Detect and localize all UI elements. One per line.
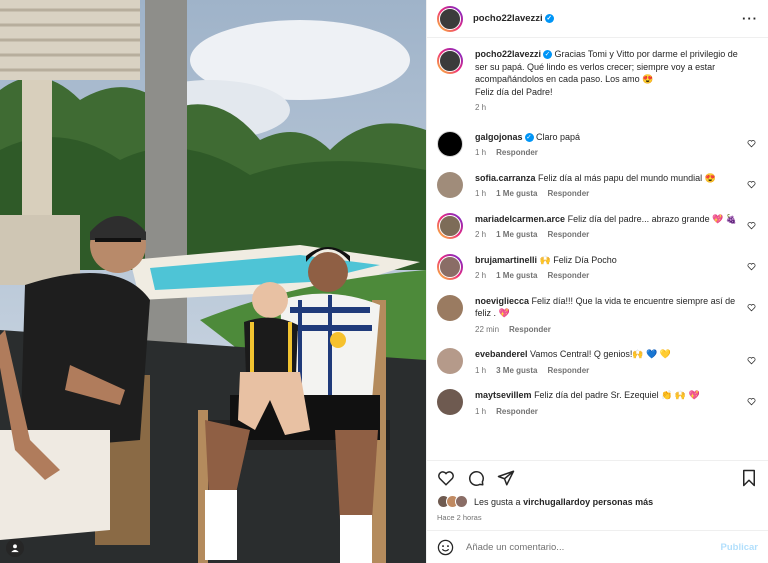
verified-badge-icon: ✓ — [524, 132, 534, 142]
comment-username[interactable]: brujamartinelli — [475, 255, 537, 265]
like-comment-heart-icon[interactable] — [747, 303, 756, 312]
comment-avatar[interactable] — [437, 212, 463, 239]
like-comment-heart-icon[interactable] — [747, 139, 756, 148]
post-timestamp[interactable]: Hace 2 horas — [437, 513, 482, 522]
post-comment-button[interactable]: Publicar — [721, 542, 759, 553]
emoji-icon[interactable] — [437, 539, 454, 556]
bookmark-icon[interactable] — [740, 469, 758, 487]
comment-time[interactable]: 1 h — [475, 147, 486, 160]
comment-item: noevigliecca Feliz día!!! Que la vida te… — [437, 294, 758, 337]
share-icon[interactable] — [497, 469, 515, 487]
comment-time[interactable]: 1 h — [475, 406, 486, 419]
comment-username[interactable]: noevigliecca — [475, 296, 529, 306]
comment-time[interactable]: 2 h — [475, 229, 486, 242]
likes-suffix[interactable]: y personas más — [585, 497, 653, 507]
comment-likes-count[interactable]: 1 Me gusta — [496, 229, 537, 242]
comment-text: Vamos Central! Q genios!🙌 💙 💛 — [530, 349, 672, 359]
comment-time[interactable]: 1 h — [475, 365, 486, 378]
verified-badge-icon: ✓ — [543, 50, 553, 60]
more-options-icon[interactable]: ··· — [742, 11, 758, 26]
comment-time[interactable]: 2 h — [475, 270, 486, 283]
comment-username[interactable]: galgojonas — [475, 132, 523, 142]
comment-avatar[interactable] — [437, 348, 463, 374]
comment-avatar[interactable] — [437, 389, 463, 415]
comment-input[interactable]: Añade un comentario... — [466, 542, 721, 553]
caption-time[interactable]: 2 h — [475, 102, 486, 115]
comment-time[interactable]: 1 h — [475, 188, 486, 201]
like-comment-heart-icon[interactable] — [747, 397, 756, 406]
like-comment-heart-icon[interactable] — [747, 221, 756, 230]
comment-avatar[interactable] — [437, 294, 463, 321]
likes-user[interactable]: virchugallardo — [523, 497, 585, 507]
verified-badge-icon: ✓ — [544, 13, 554, 23]
comment-item: evebanderel Vamos Central! Q genios!🙌 💙 … — [437, 348, 758, 377]
comment-item: sofia.carranza Feliz día al más papu del… — [437, 171, 758, 201]
comment-item: galgojonas ✓ Claro papá 1 h Responder — [437, 130, 758, 160]
comment-avatar[interactable] — [437, 130, 463, 157]
comment-avatar[interactable] — [437, 171, 463, 198]
likes-prefix: Les gusta a — [474, 496, 521, 507]
comment-item: maytsevillem Feliz día del padre Sr. Eze… — [437, 389, 758, 418]
reply-button[interactable]: Responder — [547, 229, 589, 242]
comment-item: brujamartinelli 🙌 Feliz Día Pocho 2 h 1 M… — [437, 253, 758, 283]
tagged-users-button[interactable] — [6, 539, 24, 557]
caption-text-line2: Feliz día del Padre! — [475, 86, 553, 97]
reply-button[interactable]: Responder — [496, 406, 538, 419]
comment-text: Claro papá — [536, 131, 581, 142]
comment-time[interactable]: 22 min — [475, 324, 499, 337]
comment-text: Feliz día al más papu del mundo mundial … — [538, 172, 716, 183]
post-side-panel: pocho22lavezzi ✓ ··· pocho22lavezzi ✓ Grac… — [426, 0, 768, 563]
caption-avatar[interactable] — [437, 48, 463, 74]
caption-username[interactable]: pocho22lavezzi — [475, 49, 541, 59]
comment-text: Feliz día del padre Sr. Ezequiel 👏 🙌 💖 — [534, 390, 700, 400]
reply-button[interactable]: Responder — [547, 365, 589, 378]
comment-username[interactable]: maytsevillem — [475, 390, 532, 400]
reply-button[interactable]: Responder — [547, 270, 589, 283]
liker-avatar — [455, 495, 468, 508]
author-avatar[interactable] — [437, 5, 463, 32]
post-caption: pocho22lavezzi ✓ Gracias Tomi y Vitto por… — [437, 48, 758, 115]
comment-item: mariadelcarmen.arce Feliz día del padre.… — [437, 212, 758, 242]
add-comment-bar: Añade un comentario... Publicar — [427, 530, 768, 563]
reply-button[interactable]: Responder — [547, 188, 589, 201]
post-photo[interactable] — [0, 0, 426, 563]
comment-username[interactable]: sofia.carranza — [475, 173, 536, 183]
post-actions-bar — [427, 460, 768, 494]
post-image — [0, 0, 426, 563]
reply-button[interactable]: Responder — [496, 147, 538, 160]
comment-text: 🙌 Feliz Día Pocho — [539, 254, 617, 265]
comment-avatar[interactable] — [437, 253, 463, 280]
comments-list: pocho22lavezzi ✓ Gracias Tomi y Vitto por… — [427, 38, 768, 460]
likes-summary: Les gusta a virchugallardo y personas má… — [437, 495, 758, 508]
comment-icon[interactable] — [467, 469, 485, 487]
like-comment-heart-icon[interactable] — [747, 180, 756, 189]
like-comment-heart-icon[interactable] — [747, 356, 756, 365]
like-heart-icon[interactable] — [437, 469, 455, 487]
comment-likes-count[interactable]: 1 Me gusta — [496, 188, 537, 201]
reply-button[interactable]: Responder — [509, 324, 551, 337]
user-icon — [11, 544, 19, 553]
comment-username[interactable]: evebanderel — [475, 349, 528, 359]
comment-username[interactable]: mariadelcarmen.arce — [475, 214, 565, 224]
author-username[interactable]: pocho22lavezzi ✓ — [473, 13, 554, 24]
post-header: pocho22lavezzi ✓ ··· — [427, 0, 768, 38]
comment-text: Feliz día del padre... abrazo grande 💖 🍇 — [567, 213, 738, 224]
liker-avatars[interactable] — [437, 495, 468, 508]
author-username-text[interactable]: pocho22lavezzi — [473, 13, 543, 24]
comment-likes-count[interactable]: 1 Me gusta — [496, 270, 537, 283]
like-comment-heart-icon[interactable] — [747, 262, 756, 271]
comment-likes-count[interactable]: 3 Me gusta — [496, 365, 537, 378]
